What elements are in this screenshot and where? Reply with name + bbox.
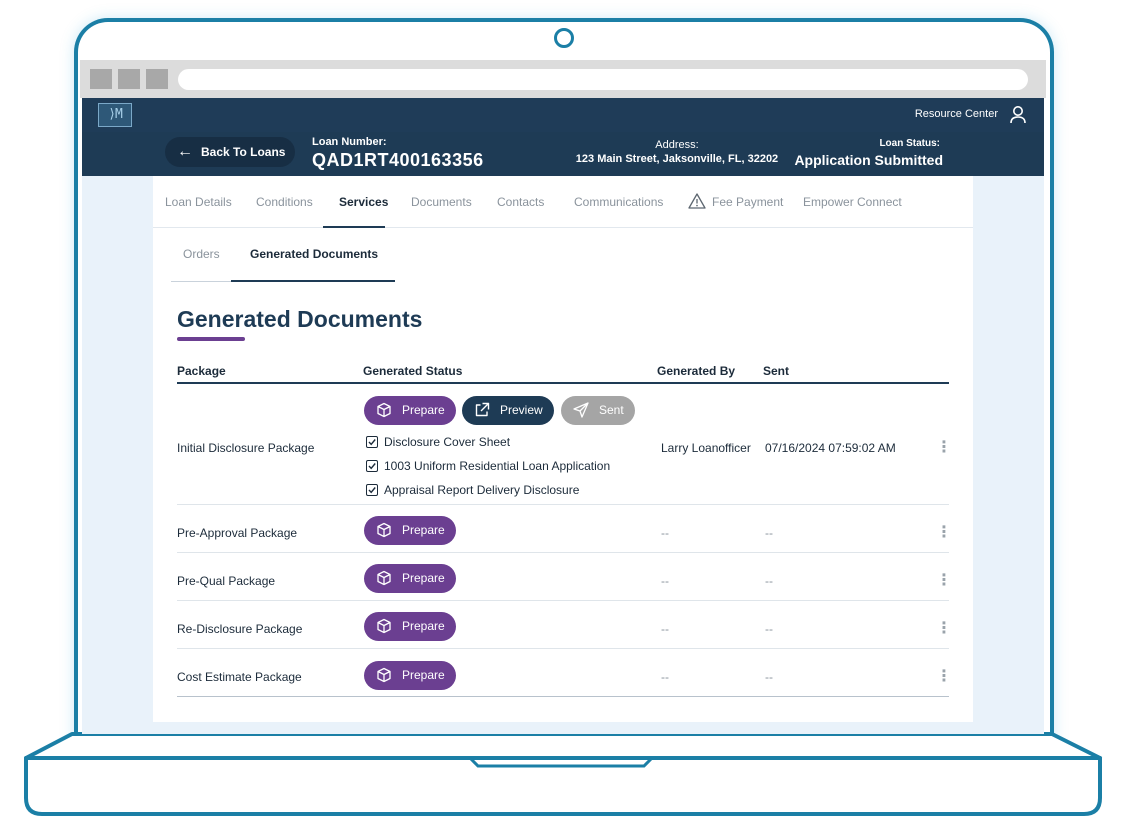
more-options-icon[interactable]: ⋮	[936, 440, 952, 456]
column-header-sent: Sent	[763, 364, 790, 378]
row-divider	[177, 552, 949, 553]
loan-number: QAD1RT400163356	[312, 150, 484, 170]
prepare-label: Prepare	[402, 668, 445, 682]
more-options-icon[interactable]: ⋮	[936, 573, 952, 589]
back-to-loans-button[interactable]: ← Back To Loans	[165, 137, 295, 167]
external-link-icon	[475, 402, 490, 417]
row-divider	[177, 600, 949, 601]
sent-date: --	[765, 526, 773, 540]
subtab-generated-documents[interactable]: Generated Documents	[250, 247, 378, 261]
address-bar[interactable]	[178, 69, 1028, 90]
package-icon	[377, 618, 391, 634]
document-name: Disclosure Cover Sheet	[384, 435, 511, 449]
package-name: Cost Estimate Package	[177, 670, 302, 684]
document-name: Appraisal Report Delivery Disclosure	[384, 483, 580, 497]
user-icon[interactable]	[1008, 104, 1028, 126]
prepare-button[interactable]: Prepare	[364, 564, 456, 593]
camera-icon	[554, 28, 574, 48]
preview-button[interactable]: Preview	[462, 396, 554, 425]
checkbox-checked-icon	[366, 436, 378, 448]
company-logo[interactable]: ⟩M	[98, 103, 132, 127]
checkbox-checked-icon	[366, 484, 378, 496]
generated-by: Larry Loanofficer	[661, 441, 751, 455]
arrow-left-icon: ←	[177, 143, 193, 160]
title-accent-bar	[177, 337, 245, 341]
tab-contacts[interactable]: Contacts	[497, 195, 544, 209]
sent-date: 07/16/2024 07:59:02 AM	[765, 441, 896, 455]
package-icon	[377, 667, 391, 683]
tab-services[interactable]: Services	[339, 195, 388, 209]
tab-conditions[interactable]: Conditions	[256, 195, 313, 209]
row-divider	[177, 648, 949, 649]
document-name: 1003 Uniform Residential Loan Applicatio…	[384, 459, 611, 473]
main-panel: Loan Details Conditions Services Documen…	[153, 176, 973, 722]
package-name: Re-Disclosure Package	[177, 622, 303, 636]
package-icon	[377, 570, 391, 586]
loan-status-value: Application Submitted	[794, 152, 943, 168]
prepare-label: Prepare	[402, 619, 445, 633]
package-name: Initial Disclosure Package	[177, 441, 315, 455]
prepare-button[interactable]: Prepare	[364, 661, 456, 690]
prepare-button[interactable]: Prepare	[364, 516, 456, 545]
more-options-icon[interactable]: ⋮	[936, 525, 952, 541]
package-icon	[377, 522, 391, 538]
document-checkbox[interactable]: Disclosure Cover Sheet	[366, 435, 510, 449]
more-options-icon[interactable]: ⋮	[936, 669, 952, 685]
prepare-label: Prepare	[402, 523, 445, 537]
tab-empower-connect[interactable]: Empower Connect	[803, 195, 902, 209]
prepare-label: Prepare	[402, 403, 445, 417]
table-header-divider	[177, 382, 949, 384]
prepare-label: Prepare	[402, 571, 445, 585]
generated-by: --	[661, 526, 669, 540]
tab-documents[interactable]: Documents	[411, 195, 472, 209]
column-header-generated-status: Generated Status	[363, 364, 463, 378]
loan-status-label: Loan Status:	[879, 138, 940, 149]
loan-tabs: Loan Details Conditions Services Documen…	[153, 176, 973, 228]
warning-icon	[688, 193, 706, 209]
row-divider	[177, 504, 949, 505]
sent-date: --	[765, 574, 773, 588]
checkbox-checked-icon	[366, 460, 378, 472]
back-to-loans-label: Back To Loans	[201, 145, 286, 159]
sent-date: --	[765, 670, 773, 684]
table-bottom-border	[177, 696, 949, 697]
package-name: Pre-Qual Package	[177, 574, 276, 588]
top-nav: ⟩M Resource Center	[82, 98, 1044, 132]
prepare-button[interactable]: Prepare	[364, 612, 456, 641]
prepare-button[interactable]: Prepare	[364, 396, 456, 425]
loan-header: ← Back To Loans Loan Number: QAD1RT40016…	[82, 132, 1044, 176]
section-title: Generated Documents	[177, 306, 423, 332]
sent-date: --	[765, 622, 773, 636]
package-name: Pre-Approval Package	[177, 526, 298, 540]
tab-loan-details[interactable]: Loan Details	[165, 195, 232, 209]
tab-fee-payment[interactable]: Fee Payment	[712, 195, 783, 209]
sent-button[interactable]: Sent	[561, 396, 635, 425]
send-icon	[573, 402, 589, 418]
document-checkbox[interactable]: Appraisal Report Delivery Disclosure	[366, 483, 579, 497]
tab-communications[interactable]: Communications	[574, 195, 663, 209]
document-checkbox[interactable]: 1003 Uniform Residential Loan Applicatio…	[366, 459, 610, 473]
subtab-orders[interactable]: Orders	[183, 247, 220, 261]
browser-toolbar	[80, 60, 1046, 98]
generated-by: --	[661, 622, 669, 636]
column-header-package: Package	[177, 364, 226, 378]
active-subtab-indicator	[231, 280, 395, 282]
resource-center-link[interactable]: Resource Center	[915, 108, 998, 120]
services-subtabs: Orders Generated Documents	[171, 228, 395, 282]
generated-by: --	[661, 670, 669, 684]
preview-label: Preview	[500, 403, 543, 417]
more-options-icon[interactable]: ⋮	[936, 621, 952, 637]
window-button[interactable]	[146, 69, 168, 89]
package-icon	[377, 402, 391, 418]
loan-number-label: Loan Number:	[312, 136, 387, 148]
app-window: ⟩M Resource Center ← Back To Loans Loan …	[82, 98, 1044, 734]
generated-by: --	[661, 574, 669, 588]
window-button[interactable]	[118, 69, 140, 89]
column-header-generated-by: Generated By	[657, 364, 736, 378]
sent-label: Sent	[599, 403, 624, 417]
window-button[interactable]	[90, 69, 112, 89]
laptop-base	[24, 732, 1102, 816]
